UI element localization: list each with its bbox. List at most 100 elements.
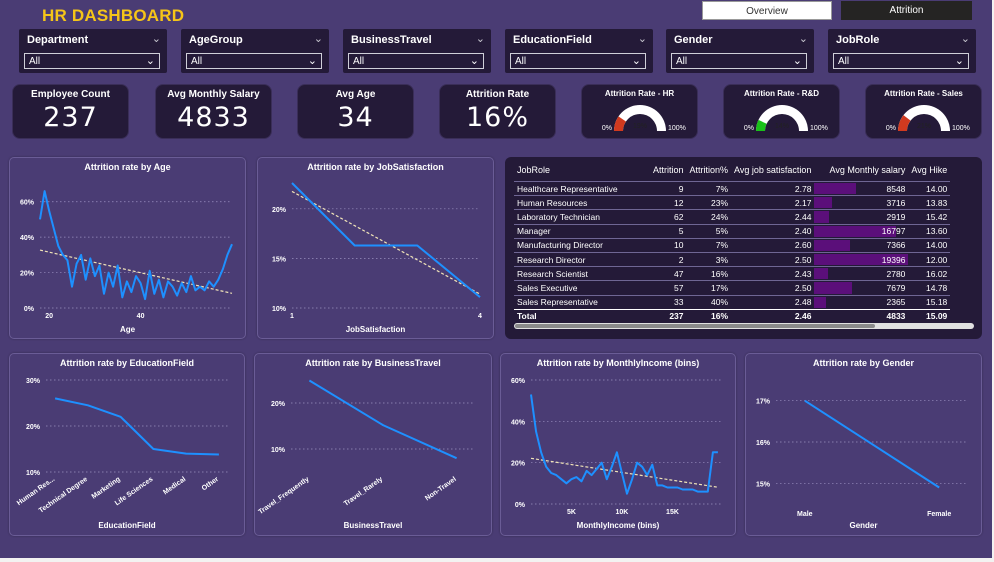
gauge-min-label: 0% bbox=[886, 125, 896, 132]
chevron-down-icon[interactable]: ⌄ bbox=[961, 32, 970, 45]
attrition-by-educationfield-chart: Attrition rate by EducationField Educati… bbox=[9, 353, 245, 536]
table-cell: 7679 bbox=[814, 280, 909, 295]
series-line bbox=[39, 190, 233, 301]
jobrole-table-grid: JobRole Attrition Attrition% Avg job sat… bbox=[514, 165, 951, 323]
chevron-down-icon[interactable]: ⌄ bbox=[799, 32, 808, 45]
scrollbar-thumb[interactable] bbox=[515, 324, 875, 328]
slicer-label: Department bbox=[27, 34, 89, 46]
table-cell: Total bbox=[514, 308, 650, 323]
chevron-down-icon[interactable]: ⌄ bbox=[955, 54, 964, 67]
table-cell: 14.78 bbox=[908, 280, 951, 295]
x-tick-label: Other bbox=[201, 476, 221, 493]
businesstravel-slicer[interactable]: BusinessTravel ⌄ All ⌄ bbox=[343, 29, 491, 73]
table-row[interactable]: Manager 5 5% 2.40 16797 13.60 bbox=[514, 223, 951, 239]
table-horizontal-scrollbar[interactable] bbox=[514, 323, 974, 329]
table-cell: 40% bbox=[686, 294, 732, 310]
table-cell: 47 bbox=[650, 266, 687, 281]
businesstravel-dropdown[interactable]: All ⌄ bbox=[348, 53, 484, 69]
table-row[interactable]: Laboratory Technician 62 24% 2.44 2919 15.42 bbox=[514, 209, 951, 225]
table-cell: 5 bbox=[650, 223, 687, 239]
gender-slicer[interactable]: Gender ⌄ All ⌄ bbox=[666, 29, 814, 73]
table-row[interactable]: Manufacturing Director 10 7% 2.60 7366 14.00 bbox=[514, 237, 951, 253]
table-row[interactable]: Sales Executive 57 17% 2.50 7679 14.78 bbox=[514, 280, 951, 295]
table-cell: 12.00 bbox=[908, 251, 951, 267]
table-cell: 237 bbox=[650, 308, 687, 323]
table-cell: 7366 bbox=[814, 237, 909, 253]
table-row[interactable]: Sales Representative 33 40% 2.48 2365 15.18 bbox=[514, 294, 951, 310]
table-cell: 14.00 bbox=[908, 180, 951, 196]
chevron-down-icon[interactable]: ⌄ bbox=[476, 32, 485, 45]
jobrole-dropdown[interactable]: All ⌄ bbox=[833, 53, 969, 69]
table-cell: 23% bbox=[686, 195, 732, 210]
column-header[interactable]: Attrition bbox=[650, 165, 687, 182]
chevron-down-icon[interactable]: ⌄ bbox=[308, 54, 317, 67]
educationfield-slicer[interactable]: EducationField ⌄ All ⌄ bbox=[505, 29, 653, 73]
chevron-down-icon[interactable]: ⌄ bbox=[314, 32, 323, 45]
table-cell: 8548 bbox=[814, 180, 909, 196]
table-cell: 3716 bbox=[814, 195, 909, 210]
agegroup-slicer[interactable]: AgeGroup ⌄ All ⌄ bbox=[181, 29, 329, 73]
table-cell: 13.83 bbox=[908, 195, 951, 210]
chevron-down-icon[interactable]: ⌄ bbox=[793, 54, 802, 67]
column-header[interactable]: Avg job satisfaction bbox=[731, 165, 814, 182]
kpi-value: 16% bbox=[465, 102, 529, 133]
salary-value: 3716 bbox=[886, 197, 906, 208]
employee-count-card: Employee Count 237 bbox=[12, 84, 129, 139]
chart-svg: 0% 20% 40% 60% 5K 10K 15K bbox=[511, 378, 723, 516]
y-tick-label: 40% bbox=[511, 419, 526, 426]
column-header[interactable]: Avg Monthly salary bbox=[814, 165, 908, 182]
educationfield-dropdown[interactable]: All ⌄ bbox=[510, 53, 646, 69]
chevron-down-icon[interactable]: ⌄ bbox=[638, 32, 647, 45]
kpi-label: Attrition Rate bbox=[465, 89, 530, 100]
salary-data-bar bbox=[814, 239, 851, 251]
attrition-nav-button[interactable]: Attrition bbox=[841, 1, 972, 20]
attrition-rate-rnd-gauge: Attrition Rate - R&D 14% 0% 100% bbox=[723, 84, 840, 139]
slicer-label: JobRole bbox=[836, 34, 880, 46]
x-tick-label: Medical bbox=[162, 476, 187, 496]
table-cell: Sales Executive bbox=[514, 280, 650, 295]
gender-dropdown[interactable]: All ⌄ bbox=[671, 53, 807, 69]
table-row[interactable]: Healthcare Representative 9 7% 2.78 8548 14.0… bbox=[514, 180, 951, 196]
table-cell: 16797 bbox=[814, 223, 909, 239]
table-cell: 12 bbox=[650, 195, 687, 210]
table-cell: 5% bbox=[686, 223, 732, 239]
x-tick-label: Male bbox=[797, 511, 813, 518]
y-tick-label: 0% bbox=[24, 306, 35, 313]
chevron-down-icon[interactable]: ⌄ bbox=[632, 54, 641, 67]
table-row[interactable]: Research Scientist 47 16% 2.43 2780 16.02 bbox=[514, 266, 951, 281]
chevron-down-icon[interactable]: ⌄ bbox=[146, 54, 155, 67]
avg-monthly-salary-card: Avg Monthly Salary 4833 bbox=[155, 84, 272, 139]
table-cell: 14.00 bbox=[908, 237, 951, 253]
table-cell: 15.09 bbox=[908, 308, 951, 323]
column-header[interactable]: JobRole bbox=[514, 165, 650, 182]
chevron-down-icon[interactable]: ⌄ bbox=[470, 54, 479, 67]
column-header[interactable]: Attrition% bbox=[687, 165, 732, 182]
slicer-value: All bbox=[29, 56, 41, 67]
x-tick-label: 15K bbox=[666, 509, 679, 516]
y-tick-label: 60% bbox=[20, 200, 35, 207]
salary-data-bar bbox=[814, 197, 833, 209]
gauge-value: 19% bbox=[633, 123, 647, 130]
kpi-label: Avg Monthly Salary bbox=[167, 89, 260, 100]
table-row[interactable]: Human Resources 12 23% 2.17 3716 13.83 bbox=[514, 195, 951, 210]
table-total-row[interactable]: Total 237 16% 2.46 4833 15.09 bbox=[514, 308, 951, 323]
department-slicer[interactable]: Department ⌄ All ⌄ bbox=[19, 29, 167, 73]
jobrole-slicer[interactable]: JobRole ⌄ All ⌄ bbox=[828, 29, 976, 73]
column-header[interactable]: Avg Hike bbox=[908, 165, 950, 182]
department-dropdown[interactable]: All ⌄ bbox=[24, 53, 160, 69]
table-cell: 2.46 bbox=[731, 308, 815, 323]
gauge-min-label: 0% bbox=[744, 125, 754, 132]
chart-svg: 0% 20% 40% 60% 20 40 bbox=[20, 190, 233, 320]
table-cell: Manufacturing Director bbox=[514, 237, 650, 253]
y-tick-label: 16% bbox=[756, 440, 771, 447]
overview-nav-button[interactable]: Overview bbox=[702, 1, 832, 20]
table-cell: 24% bbox=[686, 209, 732, 225]
chevron-down-icon[interactable]: ⌄ bbox=[152, 32, 161, 45]
x-tick-label: 1 bbox=[290, 313, 294, 320]
slicer-value: All bbox=[515, 56, 527, 67]
table-row[interactable]: Research Director 2 3% 2.50 19396 12.00 bbox=[514, 251, 951, 267]
table-cell: 2.60 bbox=[731, 237, 815, 253]
attrition-rate-hr-gauge: Attrition Rate - HR 19% 0% 100% bbox=[581, 84, 698, 139]
series-line bbox=[291, 182, 481, 298]
agegroup-dropdown[interactable]: All ⌄ bbox=[186, 53, 322, 69]
